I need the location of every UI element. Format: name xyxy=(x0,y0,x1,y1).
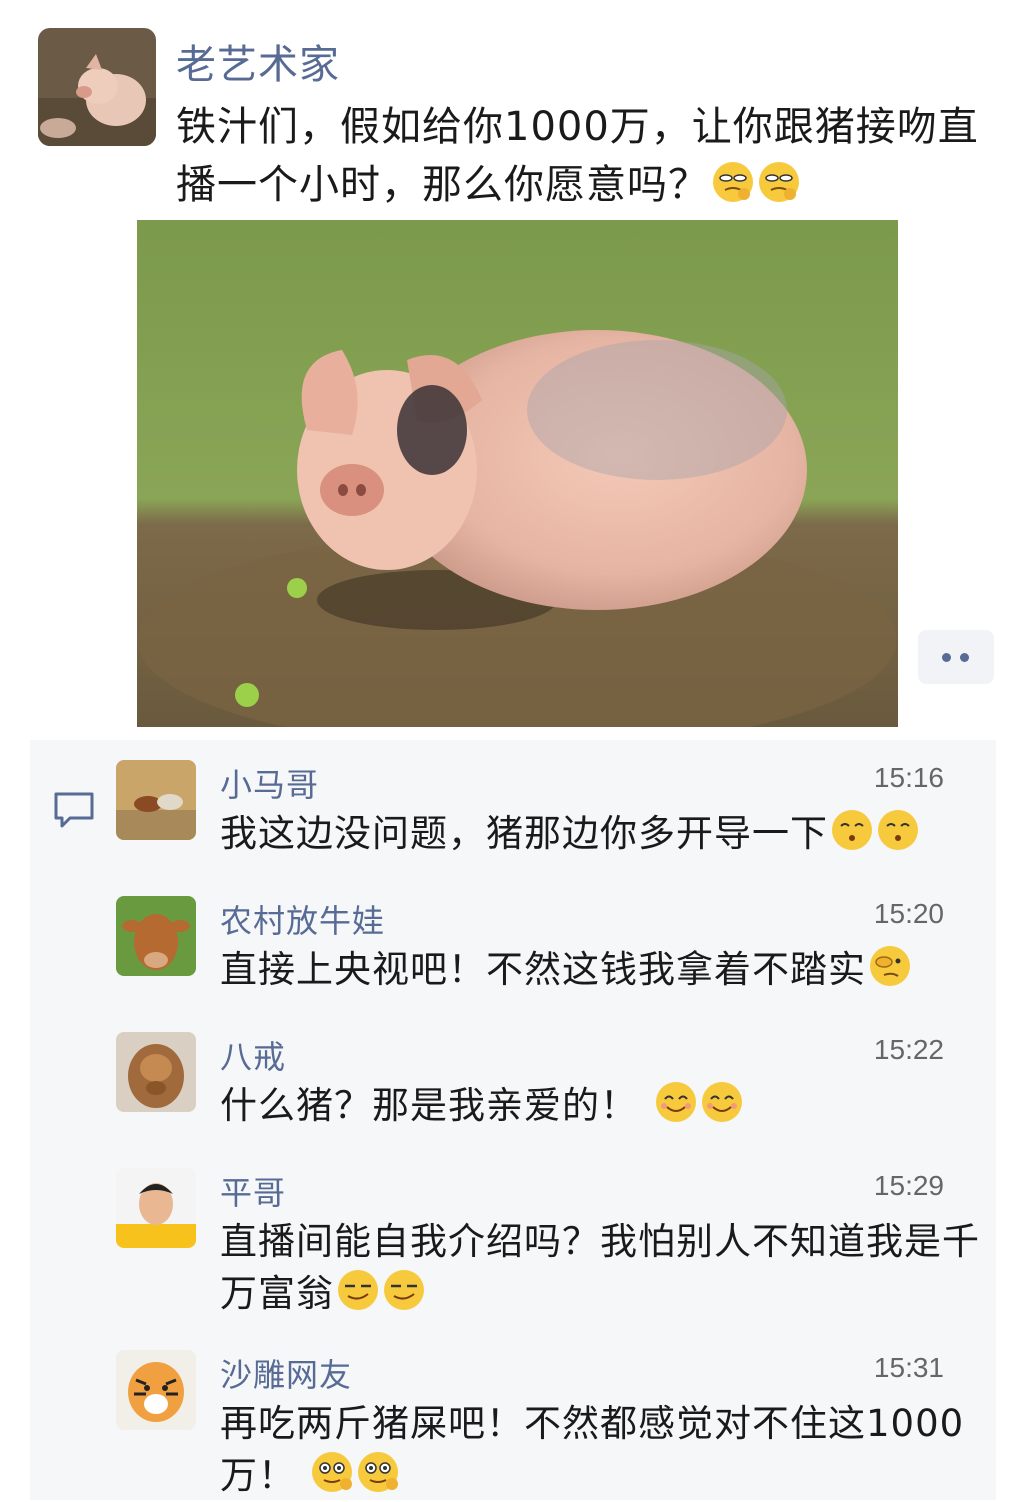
comment-text: 直接上央视吧！不然这钱我拿着不踏实 xyxy=(220,944,980,996)
comment-text: 直播间能自我介绍吗？我怕别人不知道我是千万富翁 xyxy=(220,1216,980,1320)
comment-time: 15:20 xyxy=(873,898,944,929)
dot-icon xyxy=(960,653,969,662)
author-name[interactable]: 老艺术家 xyxy=(176,32,340,90)
comment-text: 再吃两斤猪屎吧！不然都感觉对不住这1000万！ xyxy=(220,1398,980,1502)
post-image-pig[interactable] xyxy=(137,220,898,727)
smirk-emoji-icon xyxy=(759,162,799,202)
comment-time: 15:16 xyxy=(873,762,944,793)
dot-icon xyxy=(942,653,951,662)
commenter-name[interactable]: 沙雕网友 xyxy=(220,1350,352,1396)
smile-emoji-icon xyxy=(656,1082,696,1122)
comment-icon xyxy=(54,792,94,828)
commenter-avatar[interactable] xyxy=(116,1350,196,1430)
kiss-emoji-icon xyxy=(832,810,872,850)
comment-body: 直播间能自我介绍吗？我怕别人不知道我是千万富翁 xyxy=(220,1220,980,1315)
commenter-name[interactable]: 小马哥 xyxy=(220,760,319,806)
smug-emoji-icon xyxy=(338,1270,378,1310)
commenter-name[interactable]: 农村放牛娃 xyxy=(220,896,385,942)
comment-body: 什么猪？那是我亲爱的！ xyxy=(220,1084,638,1127)
post-body: 铁汁们，假如给你1000万，让你跟猪接吻直播一个小时，那么你愿意吗？ xyxy=(176,104,979,208)
comment-time: 15:22 xyxy=(873,1034,944,1065)
comments-panel: 小马哥 15:16 我这边没问题，猪那边你多开导一下 农村放牛娃 15:20 直… xyxy=(30,740,996,1500)
ok-emoji-icon xyxy=(312,1452,352,1492)
smug-emoji-icon xyxy=(384,1270,424,1310)
comment-time: 15:31 xyxy=(873,1352,944,1383)
post-text: 铁汁们，假如给你1000万，让你跟猪接吻直播一个小时，那么你愿意吗？ xyxy=(176,98,996,214)
comment-body: 直接上央视吧！不然这钱我拿着不踏实 xyxy=(220,948,866,991)
ok-emoji-icon xyxy=(358,1452,398,1492)
commenter-avatar[interactable] xyxy=(116,760,196,840)
comment-text: 什么猪？那是我亲爱的！ xyxy=(220,1080,980,1132)
kiss-emoji-icon xyxy=(878,810,918,850)
facepalm-emoji-icon xyxy=(870,946,910,986)
author-avatar[interactable] xyxy=(38,28,156,146)
commenter-avatar[interactable] xyxy=(116,896,196,976)
smirk-emoji-icon xyxy=(713,162,753,202)
smile-emoji-icon xyxy=(702,1082,742,1122)
comment-body: 我这边没问题，猪那边你多开导一下 xyxy=(220,812,828,855)
comment-text: 我这边没问题，猪那边你多开导一下 xyxy=(220,808,980,860)
more-options-button[interactable] xyxy=(918,630,994,684)
commenter-name[interactable]: 八戒 xyxy=(220,1032,286,1078)
comment-time: 15:29 xyxy=(873,1170,944,1201)
moment-post: 老艺术家 铁汁们，假如给你1000万，让你跟猪接吻直播一个小时，那么你愿意吗？ xyxy=(0,0,1032,740)
commenter-avatar[interactable] xyxy=(116,1032,196,1112)
commenter-name[interactable]: 平哥 xyxy=(220,1168,286,1214)
commenter-avatar[interactable] xyxy=(116,1168,196,1248)
